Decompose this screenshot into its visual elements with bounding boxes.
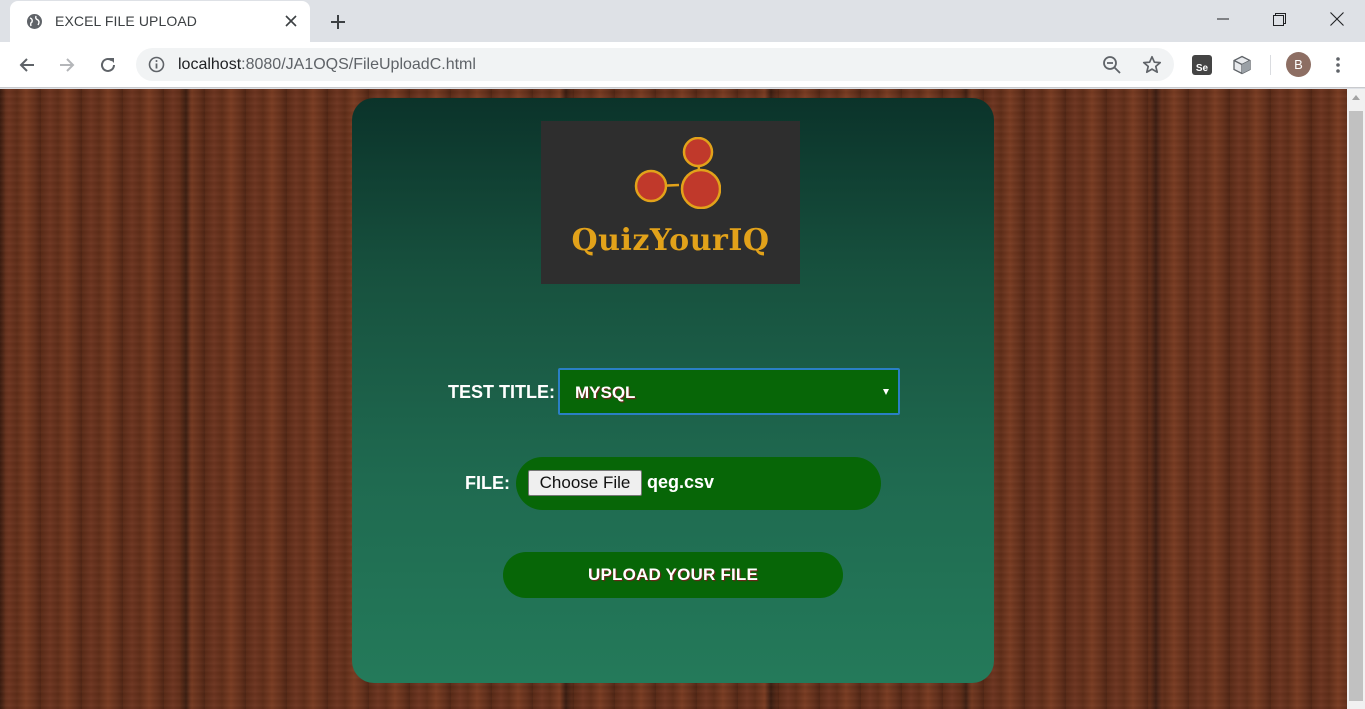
molecule-icon bbox=[634, 137, 721, 209]
browser-toolbar: localhost:8080/JA1OQS/FileUploadC.html S… bbox=[0, 42, 1365, 88]
scroll-thumb[interactable] bbox=[1349, 111, 1363, 701]
address-bar[interactable]: localhost:8080/JA1OQS/FileUploadC.html bbox=[136, 48, 1174, 81]
file-input[interactable]: Choose File qeg.csv bbox=[516, 457, 881, 510]
scroll-up-arrow-icon[interactable] bbox=[1352, 95, 1360, 100]
profile-avatar[interactable]: B bbox=[1286, 52, 1311, 77]
window-close-icon[interactable] bbox=[1308, 0, 1365, 38]
close-icon[interactable] bbox=[280, 10, 302, 32]
choose-file-button[interactable]: Choose File bbox=[528, 470, 642, 496]
url-host: localhost bbox=[178, 56, 242, 73]
minimize-icon[interactable] bbox=[1194, 0, 1252, 38]
cube-extension-icon[interactable] bbox=[1230, 53, 1254, 77]
plus-icon[interactable] bbox=[324, 8, 352, 36]
test-title-select[interactable]: MYSQL bbox=[558, 368, 900, 415]
forward-arrow-icon[interactable] bbox=[53, 51, 81, 79]
reload-icon[interactable] bbox=[94, 51, 122, 79]
browser-tab[interactable]: EXCEL FILE UPLOAD bbox=[10, 1, 310, 42]
zoom-out-icon[interactable] bbox=[1101, 54, 1123, 76]
url-text[interactable]: localhost:8080/JA1OQS/FileUploadC.html bbox=[178, 56, 476, 74]
test-title-label: TEST TITLE: bbox=[448, 382, 555, 402]
tab-title: EXCEL FILE UPLOAD bbox=[55, 13, 198, 29]
vertical-scrollbar[interactable] bbox=[1347, 89, 1365, 709]
selenium-extension-icon[interactable]: Se bbox=[1190, 53, 1214, 77]
globe-icon bbox=[26, 13, 43, 30]
selected-file-name: qeg.csv bbox=[647, 472, 715, 492]
upload-card: QuizYourIQ TEST TITLE: MYSQL FILE: Choos… bbox=[352, 98, 994, 683]
back-arrow-icon[interactable] bbox=[13, 51, 41, 79]
tab-strip: EXCEL FILE UPLOAD bbox=[0, 0, 1365, 42]
star-icon[interactable] bbox=[1141, 54, 1163, 76]
file-label: FILE: bbox=[465, 473, 510, 493]
logo-text: QuizYourIQ bbox=[571, 223, 770, 258]
toolbar-separator bbox=[1270, 55, 1271, 75]
selenium-label: Se bbox=[1192, 55, 1212, 75]
kebab-menu-icon[interactable] bbox=[1324, 51, 1352, 79]
quizyouriq-logo: QuizYourIQ bbox=[541, 121, 800, 284]
dropdown-arrow-icon bbox=[883, 389, 889, 395]
restore-icon[interactable] bbox=[1250, 0, 1308, 38]
info-icon[interactable] bbox=[148, 56, 165, 73]
upload-button[interactable]: UPLOAD YOUR FILE bbox=[503, 552, 843, 598]
url-path: :8080/JA1OQS/FileUploadC.html bbox=[241, 56, 476, 73]
test-title-selected-value: MYSQL bbox=[575, 383, 636, 402]
